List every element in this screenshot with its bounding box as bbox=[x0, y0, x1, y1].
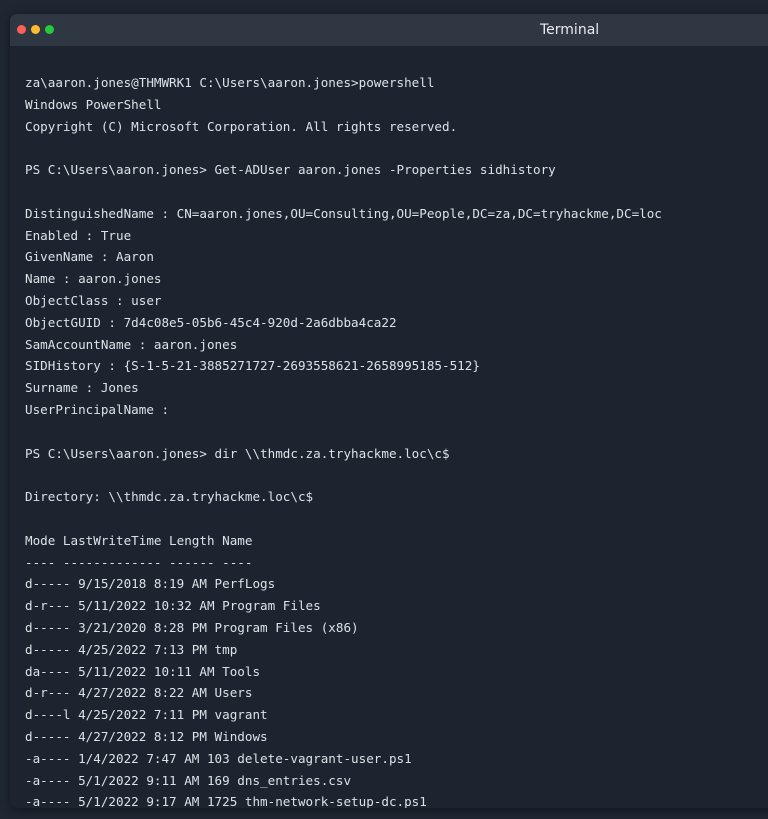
terminal-line: ObjectClass : user bbox=[25, 292, 162, 308]
window-title: Terminal bbox=[540, 22, 600, 38]
terminal-line: Copyright (C) Microsoft Corporation. All… bbox=[25, 118, 458, 134]
close-window-button[interactable] bbox=[17, 25, 26, 34]
terminal-line: SIDHistory : {S-1-5-21-3885271727-269355… bbox=[25, 358, 480, 374]
terminal-line: d----- 9/15/2018 8:19 AM PerfLogs bbox=[25, 576, 276, 592]
terminal-line: Name : aaron.jones bbox=[25, 271, 162, 287]
terminal-line: d----- 4/25/2022 7:13 PM tmp bbox=[25, 641, 238, 657]
terminal-line: PS C:\Users\aaron.jones> Get-ADUser aaro… bbox=[25, 162, 556, 178]
terminal-line: -a---- 5/1/2022 9:11 AM 169 dns_entries.… bbox=[25, 772, 352, 788]
terminal-line: Enabled : True bbox=[25, 227, 132, 243]
terminal-line: PS C:\Users\aaron.jones> dir \\thmdc.za.… bbox=[25, 445, 450, 461]
terminal-line: d-r--- 4/27/2022 8:22 AM Users bbox=[25, 685, 253, 701]
terminal-line: GivenName : Aaron bbox=[25, 249, 154, 265]
terminal-line: -a---- 1/4/2022 7:47 AM 103 delete-vagra… bbox=[25, 750, 412, 766]
terminal-line: UserPrincipalName : bbox=[25, 401, 170, 417]
terminal-line: Mode LastWriteTime Length Name bbox=[25, 532, 253, 548]
terminal-line: d----- 4/27/2022 8:12 PM Windows bbox=[25, 728, 268, 744]
terminal-line: d----l 4/25/2022 7:11 PM vagrant bbox=[25, 707, 268, 723]
terminal-line: DistinguishedName : CN=aaron.jones,OU=Co… bbox=[25, 205, 662, 221]
minimize-window-button[interactable] bbox=[31, 25, 40, 34]
terminal-line: d----- 3/21/2020 8:28 PM Program Files (… bbox=[25, 619, 359, 635]
terminal-line: -a---- 5/1/2022 9:17 AM 1725 thm-network… bbox=[25, 794, 427, 808]
terminal-line: Directory: \\thmdc.za.tryhackme.loc\c$ bbox=[25, 489, 314, 505]
terminal-window: Terminal za\aaron.jones@THMWRK1 C:\Users… bbox=[10, 14, 768, 808]
title-bar[interactable]: Terminal bbox=[10, 14, 768, 46]
terminal-line: d-r--- 5/11/2022 10:32 AM Program Files bbox=[25, 598, 321, 614]
terminal-output[interactable]: za\aaron.jones@THMWRK1 C:\Users\aaron.jo… bbox=[10, 46, 768, 808]
maximize-window-button[interactable] bbox=[45, 25, 54, 34]
terminal-line: ObjectGUID : 7d4c08e5-05b6-45c4-920d-2a6… bbox=[25, 314, 397, 330]
terminal-line: ---- ------------- ------ ---- bbox=[25, 554, 253, 570]
terminal-line: da---- 5/11/2022 10:11 AM Tools bbox=[25, 663, 261, 679]
terminal-line: Surname : Jones bbox=[25, 380, 139, 396]
terminal-line: Windows PowerShell bbox=[25, 96, 162, 112]
terminal-line: za\aaron.jones@THMWRK1 C:\Users\aaron.jo… bbox=[25, 75, 435, 90]
terminal-line: SamAccountName : aaron.jones bbox=[25, 336, 238, 352]
